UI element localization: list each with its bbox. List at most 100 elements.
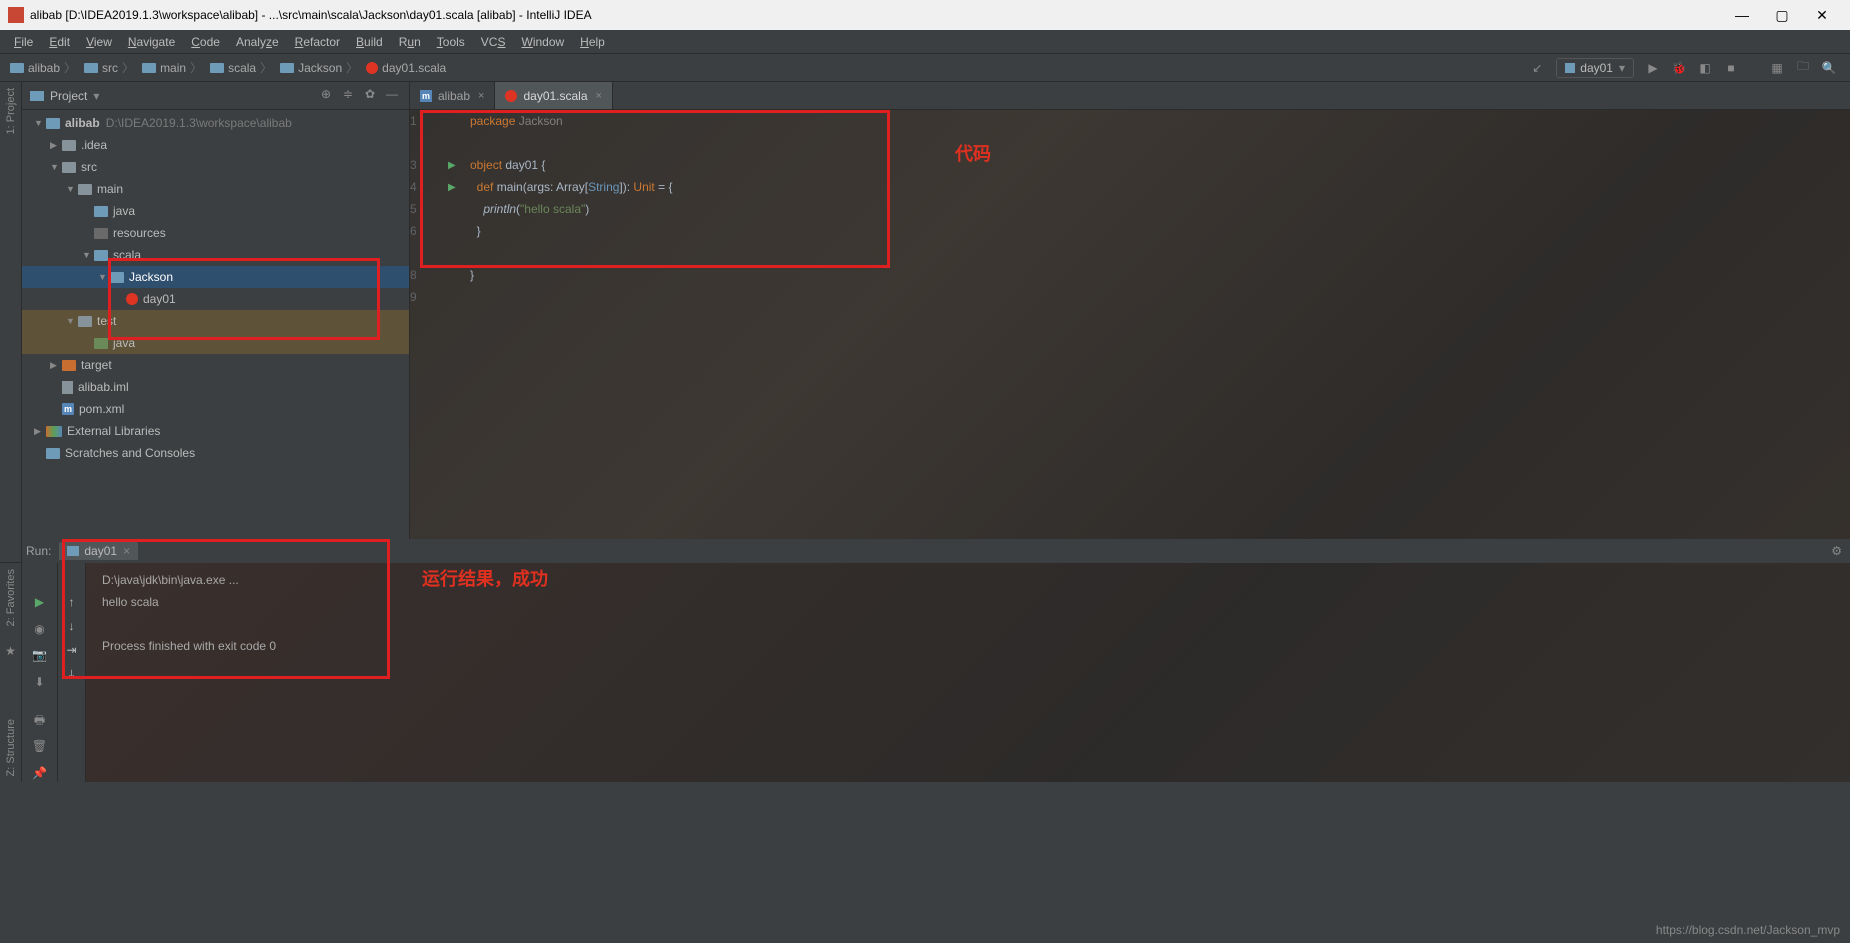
close-button[interactable]: ✕ (1802, 7, 1842, 24)
code-editor[interactable]: 1345689 ▶ ▶ package Jackson object day01… (410, 110, 1850, 562)
tree-java[interactable]: java (22, 200, 409, 222)
test-folder-icon (94, 338, 108, 349)
tree-src[interactable]: ▼src (22, 156, 409, 178)
menu-navigate[interactable]: Navigate (120, 33, 183, 51)
folder-button[interactable]: 🗀 (1792, 57, 1814, 79)
breadcrumb-file[interactable]: day01.scala (364, 61, 448, 75)
annotation-result-label: 运行结果，成功 (422, 565, 548, 591)
run-line-icon[interactable]: ▶ (448, 176, 470, 198)
tree-external-libs[interactable]: ▶External Libraries (22, 420, 409, 442)
hide-button[interactable]: — (383, 87, 401, 105)
tree-test-java[interactable]: java (22, 332, 409, 354)
breadcrumb-jackson[interactable]: Jackson〉 (278, 59, 364, 76)
libraries-icon (46, 426, 62, 437)
run-toolbar-secondary: ↑ ↓ ⇥ ⤓ (58, 563, 86, 782)
tree-day01[interactable]: day01 (22, 288, 409, 310)
run-tab-day01[interactable]: day01× (59, 542, 138, 560)
close-icon[interactable]: × (123, 544, 130, 558)
close-icon[interactable]: × (596, 90, 602, 102)
scala-icon (505, 90, 517, 102)
close-icon[interactable]: × (478, 90, 484, 102)
package-icon (110, 272, 124, 283)
watermark: https://blog.csdn.net/Jackson_mvp (1656, 923, 1840, 943)
left-tool-strip-bottom: 2: Favorites ★ Z: Structure (0, 563, 22, 782)
exit-button[interactable]: ⬇ (30, 675, 50, 692)
minimize-button[interactable]: — (1722, 7, 1762, 23)
menu-refactor[interactable]: Refactor (287, 33, 348, 51)
sidebar-favorites-tab[interactable]: 2: Favorites (3, 563, 19, 632)
folder-icon (78, 316, 92, 327)
down-button[interactable]: ↓ (69, 619, 75, 633)
tab-alibab[interactable]: malibab× (410, 82, 495, 109)
stop-button[interactable]: ■ (1720, 57, 1742, 79)
tree-scratches[interactable]: Scratches and Consoles (22, 442, 409, 464)
source-folder-icon (94, 206, 108, 217)
run-config-selector[interactable]: day01▾ (1556, 58, 1634, 78)
tree-scala[interactable]: ▼scala (22, 244, 409, 266)
line-number-gutter: 1345689 (410, 110, 448, 562)
run-tool-window: 2: Favorites ★ Z: Structure ▶ ◉ 📷 ⬇ 🖶 🗑 … (0, 562, 1850, 782)
breadcrumb-src[interactable]: src〉 (82, 59, 140, 76)
project-structure-button[interactable]: ▦ (1766, 57, 1788, 79)
tree-pom[interactable]: mpom.xml (22, 398, 409, 420)
menu-tools[interactable]: Tools (429, 33, 473, 51)
tree-idea[interactable]: ▶.idea (22, 134, 409, 156)
breadcrumb-scala[interactable]: scala〉 (208, 59, 278, 76)
wrap-button[interactable]: ⇥ (66, 643, 76, 657)
tree-root[interactable]: ▼alibabD:\IDEA2019.1.3\workspace\alibab (22, 112, 409, 134)
scroll-button[interactable]: ⤓ (69, 667, 74, 682)
menu-vcs[interactable]: VCS (473, 33, 514, 51)
pin-button[interactable]: 📌 (30, 766, 50, 783)
menu-window[interactable]: Window (513, 33, 572, 51)
menu-analyze[interactable]: Analyze (228, 33, 287, 51)
menu-file[interactable]: File (6, 33, 41, 51)
debug-button[interactable]: 🐞 (1668, 57, 1690, 79)
project-panel: Project▾ ⊕ ≑ ✿ — ▼alibabD:\IDEA2019.1.3\… (22, 82, 410, 562)
breadcrumb-main[interactable]: main〉 (140, 59, 208, 76)
search-button[interactable]: 🔍 (1818, 57, 1840, 79)
tree-jackson[interactable]: ▼Jackson (22, 266, 409, 288)
sidebar-structure-tab[interactable]: Z: Structure (3, 713, 19, 782)
rerun-button[interactable]: ▶ (30, 595, 50, 612)
coverage-button[interactable]: ◧ (1694, 57, 1716, 79)
menu-view[interactable]: View (78, 33, 120, 51)
tree-test[interactable]: ▼test (22, 310, 409, 332)
print-button[interactable]: 🖶 (30, 711, 50, 729)
up-button[interactable]: ↑ (69, 595, 75, 609)
tree-main[interactable]: ▼main (22, 178, 409, 200)
output-line: D:\java\jdk\bin\java.exe ... (102, 573, 1834, 595)
editor-tabs: malibab× day01.scala× (410, 82, 1850, 110)
breadcrumb-alibab[interactable]: alibab〉 (8, 59, 82, 76)
trash-button[interactable]: 🗑 (30, 739, 50, 756)
maximize-button[interactable]: ▢ (1762, 7, 1802, 24)
settings-icon[interactable]: ✿ (361, 87, 379, 105)
run-toolbar: ▶ ◉ 📷 ⬇ 🖶 🗑 📌 (22, 563, 58, 782)
menu-help[interactable]: Help (572, 33, 613, 51)
tree-target[interactable]: ▶target (22, 354, 409, 376)
code-content[interactable]: package Jackson object day01 { def main(… (470, 110, 1850, 562)
stop-button[interactable]: ◉ (30, 622, 50, 639)
scala-object-icon (126, 293, 138, 305)
run-button[interactable]: ▶ (1642, 57, 1664, 79)
menu-bar: File Edit View Navigate Code Analyze Ref… (0, 30, 1850, 54)
sidebar-project-tab[interactable]: 1: Project (3, 82, 19, 140)
collapse-button[interactable]: ≑ (339, 87, 357, 105)
build-button[interactable]: ↙ (1526, 57, 1548, 79)
tree-resources[interactable]: resources (22, 222, 409, 244)
locate-button[interactable]: ⊕ (317, 87, 335, 105)
menu-edit[interactable]: Edit (41, 33, 78, 51)
file-icon (62, 381, 73, 394)
run-line-icon[interactable]: ▶ (448, 154, 470, 176)
menu-code[interactable]: Code (183, 33, 228, 51)
tree-iml[interactable]: alibab.iml (22, 376, 409, 398)
run-config-icon (67, 546, 79, 556)
run-console-output[interactable]: D:\java\jdk\bin\java.exe ... hello scala… (86, 563, 1850, 671)
maven-icon: m (62, 403, 74, 415)
menu-run[interactable]: Run (391, 33, 429, 51)
dump-button[interactable]: 📷 (30, 648, 50, 665)
project-panel-title[interactable]: Project▾ (50, 89, 313, 103)
editor-area: malibab× day01.scala× 1345689 ▶ ▶ packag… (410, 82, 1850, 562)
menu-build[interactable]: Build (348, 33, 391, 51)
project-tree[interactable]: ▼alibabD:\IDEA2019.1.3\workspace\alibab … (22, 110, 409, 562)
tab-day01[interactable]: day01.scala× (495, 82, 612, 109)
